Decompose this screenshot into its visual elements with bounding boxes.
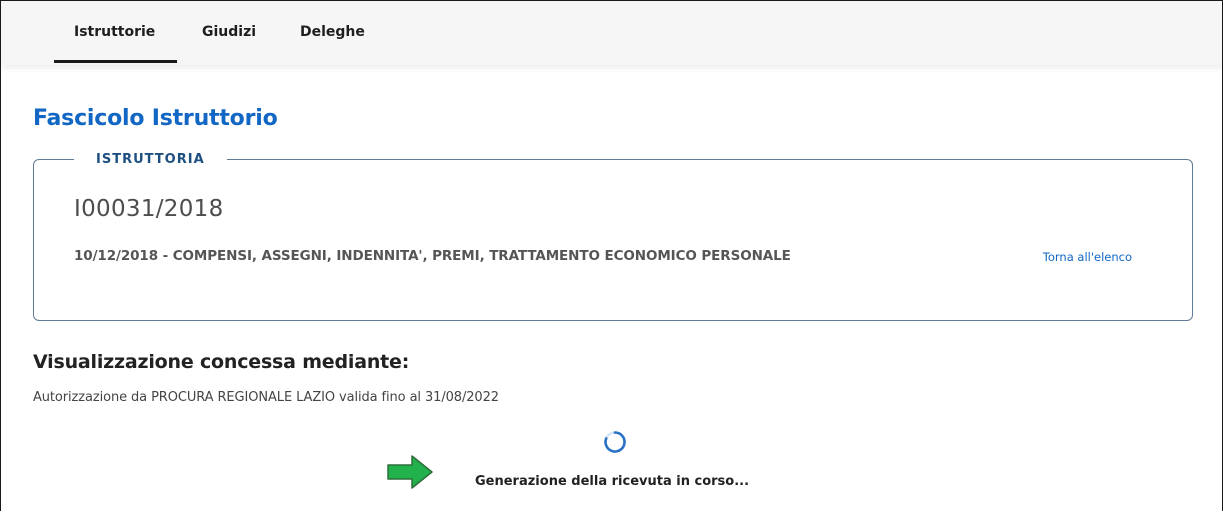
loading-status-text: Generazione della ricevuta in corso...: [475, 474, 750, 489]
back-to-list-link[interactable]: Torna all'elenco: [1043, 250, 1132, 264]
tab-deleghe[interactable]: Deleghe: [300, 1, 365, 63]
visualization-heading: Visualizzazione concessa mediante:: [33, 351, 410, 373]
green-arrow-right-icon: [387, 455, 433, 489]
case-description: 10/12/2018 - COMPENSI, ASSEGNI, INDENNIT…: [74, 248, 791, 264]
authorization-text: Autorizzazione da PROCURA REGIONALE LAZI…: [33, 390, 499, 405]
tab-istruttorie[interactable]: Istruttorie: [53, 1, 178, 63]
case-id: I00031/2018: [74, 196, 224, 222]
istruttoria-panel: ISTRUTTORIA I00031/2018 10/12/2018 - COM…: [33, 150, 1193, 321]
loading-spinner-icon: [604, 431, 626, 453]
page-title: Fascicolo Istruttorio: [33, 106, 278, 131]
top-navigation: Istruttorie Giudizi Deleghe: [1, 1, 1222, 65]
istruttoria-legend: ISTRUTTORIA: [74, 150, 227, 170]
tab-giudizi[interactable]: Giudizi: [202, 1, 256, 63]
